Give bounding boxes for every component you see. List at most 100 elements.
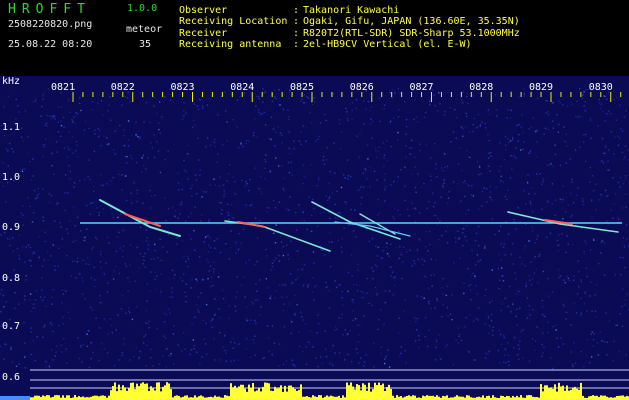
- noise-pixel: [253, 132, 255, 134]
- noise-pixel: [617, 218, 620, 220]
- noise-pixel: [476, 126, 478, 129]
- noise-pixel: [526, 317, 528, 319]
- noise-pixel: [528, 240, 530, 242]
- activity-bar: [248, 384, 250, 400]
- noise-pixel: [139, 350, 141, 353]
- noise-pixel: [549, 357, 552, 359]
- noise-pixel: [257, 109, 260, 111]
- noise-pixel: [472, 123, 474, 126]
- noise-pixel: [606, 195, 608, 197]
- noise-pixel: [451, 294, 453, 296]
- noise-pixel: [319, 356, 322, 358]
- noise-pixel: [413, 317, 416, 319]
- noise-pixel: [202, 107, 204, 109]
- noise-pixel: [150, 195, 153, 197]
- noise-pixel: [498, 230, 500, 232]
- activity-bar: [596, 395, 598, 400]
- noise-pixel: [518, 348, 520, 350]
- noise-pixel: [154, 243, 156, 246]
- noise-pixel: [110, 119, 112, 121]
- noise-pixel: [377, 214, 379, 217]
- noise-pixel: [312, 276, 314, 279]
- noise-pixel: [351, 299, 353, 301]
- noise-pixel: [237, 343, 239, 345]
- noise-pixel: [552, 165, 554, 167]
- activity-bar: [284, 385, 286, 400]
- noise-pixel: [416, 121, 419, 123]
- noise-pixel: [464, 213, 467, 215]
- noise-pixel: [390, 243, 392, 245]
- noise-pixel: [526, 181, 528, 183]
- noise-pixel: [617, 135, 619, 137]
- noise-pixel: [500, 225, 502, 228]
- noise-pixel: [583, 91, 585, 93]
- noise-pixel: [403, 309, 405, 312]
- noise-pixel: [416, 295, 418, 297]
- noise-pixel: [442, 170, 444, 172]
- activity-bar: [110, 390, 112, 400]
- noise-pixel: [535, 130, 537, 133]
- noise-pixel: [341, 131, 343, 133]
- noise-pixel: [222, 144, 224, 146]
- noise-pixel: [566, 275, 568, 278]
- noise-pixel: [325, 195, 327, 197]
- khz-unit-label: kHz: [2, 76, 20, 87]
- noise-pixel: [24, 356, 26, 358]
- noise-pixel: [185, 171, 187, 173]
- noise-pixel: [474, 277, 476, 279]
- noise-pixel: [347, 353, 349, 356]
- noise-pixel: [40, 115, 42, 117]
- noise-pixel: [90, 342, 92, 344]
- noise-pixel: [178, 189, 180, 191]
- noise-pixel: [505, 144, 507, 146]
- noise-pixel: [334, 352, 336, 354]
- activity-bar: [528, 395, 530, 400]
- noise-pixel: [256, 260, 258, 263]
- activity-bar: [274, 386, 276, 400]
- noise-pixel: [165, 219, 167, 222]
- noise-pixel: [60, 226, 62, 228]
- noise-pixel: [112, 278, 115, 280]
- noise-pixel: [339, 284, 341, 286]
- noise-pixel: [245, 306, 248, 308]
- noise-pixel: [529, 201, 531, 203]
- noise-pixel: [228, 258, 231, 260]
- noise-pixel: [109, 318, 112, 320]
- noise-pixel: [397, 116, 400, 118]
- noise-pixel: [36, 194, 39, 196]
- time-label: 0826: [350, 82, 374, 93]
- noise-pixel: [256, 136, 259, 138]
- noise-pixel: [226, 139, 229, 142]
- activity-bar: [128, 387, 130, 400]
- activity-bar: [68, 395, 70, 400]
- noise-pixel: [51, 296, 53, 298]
- frequency-label: 0.9: [2, 222, 20, 233]
- noise-pixel: [554, 214, 556, 216]
- noise-pixel: [595, 316, 598, 318]
- noise-pixel: [177, 217, 179, 219]
- activity-bar: [458, 396, 460, 400]
- noise-pixel: [426, 345, 429, 348]
- noise-pixel: [224, 349, 226, 352]
- file-name: 2508220820.png: [8, 19, 93, 30]
- noise-pixel: [254, 319, 256, 322]
- activity-bar: [96, 395, 98, 400]
- activity-bar: [36, 395, 38, 400]
- noise-pixel: [10, 346, 12, 348]
- noise-pixel: [234, 342, 236, 344]
- noise-pixel: [522, 357, 524, 359]
- noise-pixel: [185, 220, 187, 222]
- noise-pixel: [75, 140, 78, 143]
- noise-pixel: [411, 173, 413, 176]
- noise-pixel: [351, 102, 353, 104]
- noise-pixel: [528, 305, 530, 307]
- noise-pixel: [578, 286, 580, 288]
- noise-pixel: [390, 145, 392, 148]
- noise-pixel: [443, 110, 446, 113]
- activity-bar: [198, 396, 200, 400]
- noise-pixel: [291, 174, 293, 177]
- noise-pixel: [214, 313, 216, 315]
- noise-pixel: [377, 150, 379, 152]
- noise-pixel: [341, 290, 343, 293]
- noise-pixel: [394, 91, 396, 93]
